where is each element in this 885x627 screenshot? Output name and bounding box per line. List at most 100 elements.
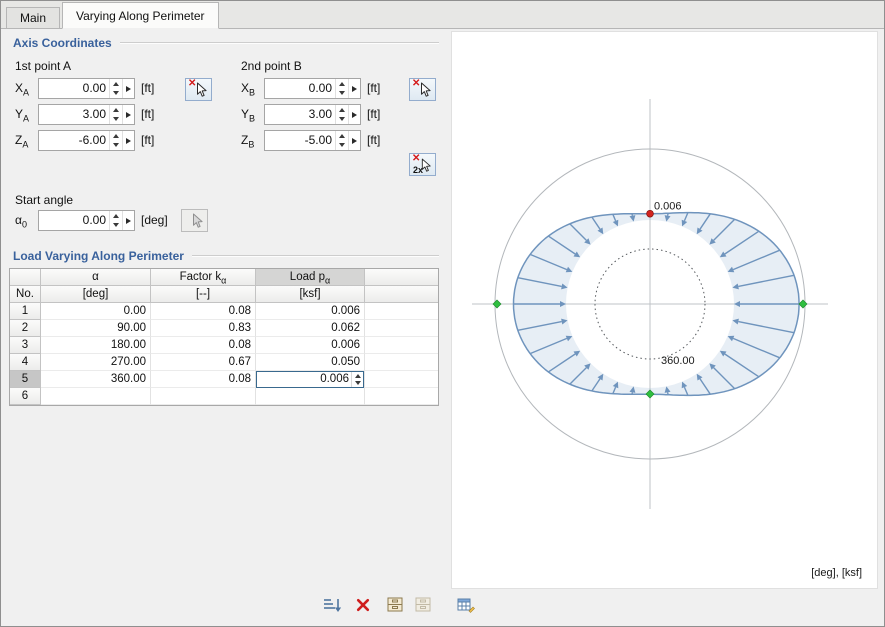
spin-up-icon (113, 107, 119, 112)
diagram-settings-icon (457, 598, 475, 613)
tab-main[interactable]: Main (6, 7, 61, 29)
yb-spinner[interactable] (335, 105, 348, 124)
cell-load[interactable]: 0.006 (256, 337, 365, 354)
pick-two-points-button[interactable]: ✕ 2x (409, 153, 436, 176)
pick-start-angle-button[interactable] (181, 209, 208, 232)
yb-unit-label: [ft] (367, 107, 381, 121)
zb-value[interactable]: -5.00 (265, 131, 335, 150)
load-table: α Factor kα Load pα No. [deg] [--] [ksf]… (9, 268, 439, 406)
cell-alpha[interactable]: 360.00 (41, 371, 151, 388)
point-b-label: 2nd point B (241, 59, 302, 73)
cell-factor[interactable] (151, 388, 256, 405)
row-number-cell[interactable]: 2 (10, 320, 41, 337)
spin-up-icon (339, 133, 345, 138)
cell-factor[interactable]: 0.67 (151, 354, 256, 371)
load-edit-spinner[interactable] (351, 372, 363, 387)
cell-alpha[interactable]: 180.00 (41, 337, 151, 354)
spin-down-icon (339, 91, 345, 96)
pick-point-b-button[interactable]: ✕ (409, 78, 436, 101)
cell-load[interactable]: 0.006 (256, 371, 365, 388)
header-load[interactable]: Load pα (256, 269, 365, 286)
selected-angle-label: 360.00 (661, 355, 695, 367)
expand-right-icon (126, 111, 131, 118)
pick-point-a-button[interactable]: ✕ (185, 78, 212, 101)
cell-alpha[interactable]: 0.00 (41, 303, 151, 320)
axis-marker (492, 299, 502, 309)
tab-varying-along-perimeter[interactable]: Varying Along Perimeter (62, 2, 219, 29)
za-value[interactable]: -6.00 (39, 131, 109, 150)
save-to-library-button[interactable] (382, 593, 407, 616)
ya-input[interactable]: 3.00 (38, 104, 135, 125)
yb-value[interactable]: 3.00 (265, 105, 335, 124)
row-number-cell[interactable]: 4 (10, 354, 41, 371)
header-alpha[interactable]: α (41, 269, 151, 286)
ya-label: YA (15, 107, 30, 124)
cell-filler (365, 337, 438, 354)
selected-point-marker (646, 209, 654, 218)
ya-value[interactable]: 3.00 (39, 105, 109, 124)
pick-cursor-icon (421, 82, 431, 97)
spin-down-icon (354, 381, 361, 386)
cell-load[interactable]: 0.062 (256, 320, 365, 337)
diagram-settings-button[interactable] (453, 593, 478, 616)
load-edit-value[interactable]: 0.006 (257, 372, 351, 387)
xa-value[interactable]: 0.00 (39, 79, 109, 98)
za-spinner[interactable] (109, 131, 122, 150)
cell-factor[interactable]: 0.08 (151, 337, 256, 354)
cell-alpha[interactable]: 90.00 (41, 320, 151, 337)
cell-alpha[interactable]: 270.00 (41, 354, 151, 371)
zb-input[interactable]: -5.00 (264, 130, 361, 151)
start-angle-spinner[interactable] (109, 211, 122, 230)
zb-expand[interactable] (348, 131, 360, 150)
section-axis-coordinates: Axis Coordinates (13, 36, 439, 50)
yb-expand[interactable] (348, 105, 360, 124)
load-edit-spinbox[interactable]: 0.006 (256, 371, 364, 388)
start-angle-value[interactable]: 0.00 (39, 211, 109, 230)
spin-up-icon (354, 373, 361, 378)
za-input[interactable]: -6.00 (38, 130, 135, 151)
header-alpha-unit: [deg] (41, 286, 151, 303)
expand-right-icon (126, 85, 131, 92)
delete-all-rows-button[interactable] (350, 593, 375, 616)
ya-spinner[interactable] (109, 105, 122, 124)
za-label: ZA (15, 133, 29, 150)
xb-value[interactable]: 0.00 (265, 79, 335, 98)
xb-expand[interactable] (348, 79, 360, 98)
expand-right-icon (126, 137, 131, 144)
xa-spinner[interactable] (109, 79, 122, 98)
cell-factor[interactable]: 0.83 (151, 320, 256, 337)
ya-expand[interactable] (122, 105, 134, 124)
spin-down-icon (339, 143, 345, 148)
za-expand[interactable] (122, 131, 134, 150)
xb-input[interactable]: 0.00 (264, 78, 361, 99)
xa-input[interactable]: 0.00 (38, 78, 135, 99)
header-factor[interactable]: Factor kα (151, 269, 256, 286)
ya-unit-label: [ft] (141, 107, 155, 121)
table-row: 6 (10, 388, 438, 405)
start-angle-input[interactable]: 0.00 (38, 210, 135, 231)
xa-expand[interactable] (122, 79, 134, 98)
cell-load[interactable] (256, 388, 365, 405)
row-number-cell[interactable]: 1 (10, 303, 41, 320)
cell-load[interactable]: 0.050 (256, 354, 365, 371)
cell-factor[interactable]: 0.08 (151, 303, 256, 320)
tab-bar: Main Varying Along Perimeter (1, 1, 884, 29)
expand-right-icon (352, 111, 357, 118)
start-angle-expand[interactable] (122, 211, 134, 230)
xb-spinner[interactable] (335, 79, 348, 98)
load-from-library-button[interactable] (410, 593, 435, 616)
sort-rows-button[interactable] (319, 593, 344, 616)
zb-spinner[interactable] (335, 131, 348, 150)
spin-down-icon (113, 223, 119, 228)
cell-factor[interactable]: 0.08 (151, 371, 256, 388)
spin-down-icon (113, 143, 119, 148)
row-number-cell[interactable]: 5 (10, 371, 41, 388)
row-number-cell[interactable]: 6 (10, 388, 41, 405)
section-rule (191, 255, 439, 257)
yb-input[interactable]: 3.00 (264, 104, 361, 125)
row-number-cell[interactable]: 3 (10, 337, 41, 354)
cell-load[interactable]: 0.006 (256, 303, 365, 320)
cell-alpha[interactable] (41, 388, 151, 405)
delete-x-icon (356, 598, 369, 611)
table-row: 3 180.00 0.08 0.006 (10, 337, 438, 354)
